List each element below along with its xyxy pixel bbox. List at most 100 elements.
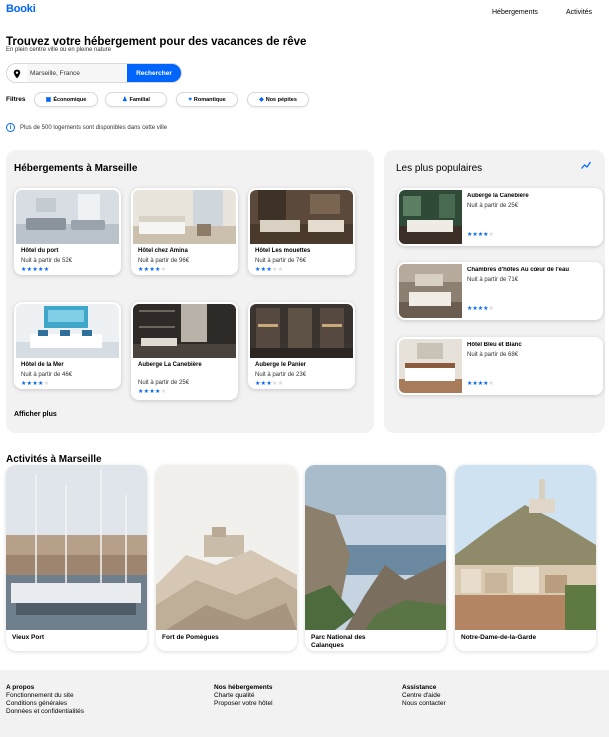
activity-photo <box>305 465 446 630</box>
popular-card[interactable]: Hôtel Bleu et Blanc Nuit à partir de 68€… <box>397 337 603 395</box>
popular-card[interactable]: Auberge la Canebière Nuit à partir de 25… <box>397 188 603 246</box>
lodging-photo <box>133 190 236 244</box>
filter-chip-label: Familial <box>129 96 150 103</box>
filters-label: Filtres <box>6 96 26 103</box>
availability-text: Plus de 500 logements sont disponibles d… <box>20 124 168 131</box>
search-input[interactable] <box>27 64 129 82</box>
show-more-link[interactable]: Afficher plus <box>14 411 57 418</box>
lodging-card[interactable]: Auberge le Panier Nuit à partir de 23€ ★… <box>248 302 355 389</box>
popular-name: Auberge la Canebière <box>467 193 529 199</box>
trending-icon <box>581 161 591 169</box>
activity-name: Parc National des Calanques <box>311 634 366 649</box>
nav-link-activites[interactable]: Activités <box>566 9 592 16</box>
gem-icon: ◆ <box>259 97 264 103</box>
lodging-photo <box>16 304 119 358</box>
footer-link[interactable]: Nous contacter <box>402 700 446 708</box>
popular-name: Chambres d'hôtes Au cœur de l'eau <box>467 267 569 273</box>
lodging-card[interactable]: Hôtel du port Nuit à partir de 52€ ★★★★★ <box>14 188 121 275</box>
site-footer: A propos Fonctionnement du site Conditio… <box>0 670 609 737</box>
footer-link[interactable]: Conditions générales <box>6 700 84 708</box>
money-icon: ▣ <box>45 97 52 103</box>
popular-photo <box>399 339 462 393</box>
filter-chip-romantique[interactable]: ♥ Romantique <box>176 92 238 107</box>
footer-heading: Nos hébergements <box>214 684 273 691</box>
heart-icon: ♥ <box>188 96 192 103</box>
star-rating: ★★★★★ <box>467 232 494 238</box>
lodging-name: Hôtel Les mouettes <box>255 248 311 254</box>
star-rating: ★★★★★ <box>255 267 284 273</box>
activity-name: Fort de Pomègues <box>162 634 219 641</box>
footer-link[interactable]: Proposer votre hôtel <box>214 700 273 708</box>
lodging-photo <box>16 190 119 244</box>
lodgings-title: Hébergements à Marseille <box>14 163 138 174</box>
popular-price: Nuit à partir de 71€ <box>467 277 519 283</box>
activities-title: Activités à Marseille <box>6 454 102 465</box>
lodging-card[interactable]: Hôtel Les mouettes Nuit à partir de 76€ … <box>248 188 355 275</box>
location-pin-icon <box>13 69 21 79</box>
lodging-price: Nuit à partir de 96€ <box>138 258 190 264</box>
lodging-name: Hôtel chez Amina <box>138 248 188 254</box>
lodging-photo <box>133 304 236 358</box>
lodging-price: Nuit à partir de 46€ <box>21 372 73 378</box>
activity-photo <box>455 465 596 630</box>
lodging-name: Hôtel de la Mer <box>21 362 64 368</box>
activity-photo <box>156 465 297 630</box>
nav-link-hebergements[interactable]: Hébergements <box>492 9 538 16</box>
popular-price: Nuit à partir de 25€ <box>467 203 519 209</box>
lodging-price: Nuit à partir de 25€ <box>138 380 190 386</box>
star-rating: ★★★★★ <box>255 381 284 387</box>
lodging-card[interactable]: Auberge La Canebière Nuit à partir de 25… <box>131 302 238 400</box>
lodgings-section: Hébergements à Marseille Hôtel du port N… <box>6 150 374 433</box>
page-subtitle: En plein centre ville ou en pleine natur… <box>6 47 112 53</box>
footer-column-about: A propos Fonctionnement du site Conditio… <box>6 684 84 716</box>
popular-section: Les plus populaires Auberge la Canebière… <box>384 150 605 433</box>
star-rating: ★★★★★ <box>21 267 50 273</box>
lodging-card[interactable]: Hôtel chez Amina Nuit à partir de 96€ ★★… <box>131 188 238 275</box>
star-rating: ★★★★★ <box>467 381 494 387</box>
popular-title: Les plus populaires <box>396 163 483 174</box>
activity-name: Vieux Port <box>12 634 45 641</box>
star-rating: ★★★★★ <box>138 267 167 273</box>
search-button[interactable]: Rechercher <box>127 64 181 82</box>
lodging-photo <box>250 304 353 358</box>
site-header: Booki Hébergements Activités <box>0 0 609 26</box>
lodging-price: Nuit à partir de 76€ <box>255 258 307 264</box>
lodging-price: Nuit à partir de 23€ <box>255 372 307 378</box>
activity-name: Notre-Dame-de-la-Garde <box>461 634 537 641</box>
activity-card[interactable]: Fort de Pomègues <box>156 465 297 651</box>
lodging-photo <box>250 190 353 244</box>
activity-photo <box>6 465 147 630</box>
footer-link[interactable]: Données et confidentialités <box>6 708 84 716</box>
popular-card[interactable]: Chambres d'hôtes Au cœur de l'eau Nuit à… <box>397 262 603 320</box>
filter-chip-pepites[interactable]: ◆ Nos pépites <box>247 92 309 107</box>
popular-photo <box>399 264 462 318</box>
footer-link[interactable]: Fonctionnement du site <box>6 692 84 700</box>
filter-chip-label: Économique <box>53 96 87 103</box>
footer-link[interactable]: Charte qualité <box>214 692 273 700</box>
footer-link[interactable]: Centre d'aide <box>402 692 446 700</box>
lodging-price: Nuit à partir de 52€ <box>21 258 73 264</box>
lodging-name: Auberge le Panier <box>255 362 307 368</box>
popular-name: Hôtel Bleu et Blanc <box>467 342 522 348</box>
filter-chip-economique[interactable]: ▣ Économique <box>34 92 98 107</box>
filter-chip-label: Romantique <box>193 96 226 103</box>
info-icon: i <box>6 123 15 132</box>
footer-column-lodgings: Nos hébergements Charte qualité Proposer… <box>214 684 273 708</box>
popular-price: Nuit à partir de 68€ <box>467 352 519 358</box>
lodging-card[interactable]: Hôtel de la Mer Nuit à partir de 46€ ★★★… <box>14 302 121 389</box>
activity-card[interactable]: Vieux Port <box>6 465 147 651</box>
lodging-name: Auberge La Canebière <box>138 362 202 368</box>
filter-chip-label: Nos pépites <box>265 96 297 103</box>
star-rating: ★★★★★ <box>138 389 167 395</box>
activity-card[interactable]: Notre-Dame-de-la-Garde <box>455 465 596 651</box>
search-bar: Rechercher <box>6 63 182 83</box>
footer-heading: Assistance <box>402 684 437 691</box>
activity-card[interactable]: Parc National des Calanques <box>305 465 446 651</box>
footer-column-assistance: Assistance Centre d'aide Nous contacter <box>402 684 446 708</box>
booki-logo[interactable]: Booki <box>6 3 36 15</box>
child-icon: ♟ <box>122 97 128 103</box>
availability-info: i Plus de 500 logements sont disponibles… <box>6 123 167 132</box>
filter-chip-familial[interactable]: ♟ Familial <box>105 92 167 107</box>
footer-heading: A propos <box>6 684 35 691</box>
lodging-name: Hôtel du port <box>21 248 59 254</box>
